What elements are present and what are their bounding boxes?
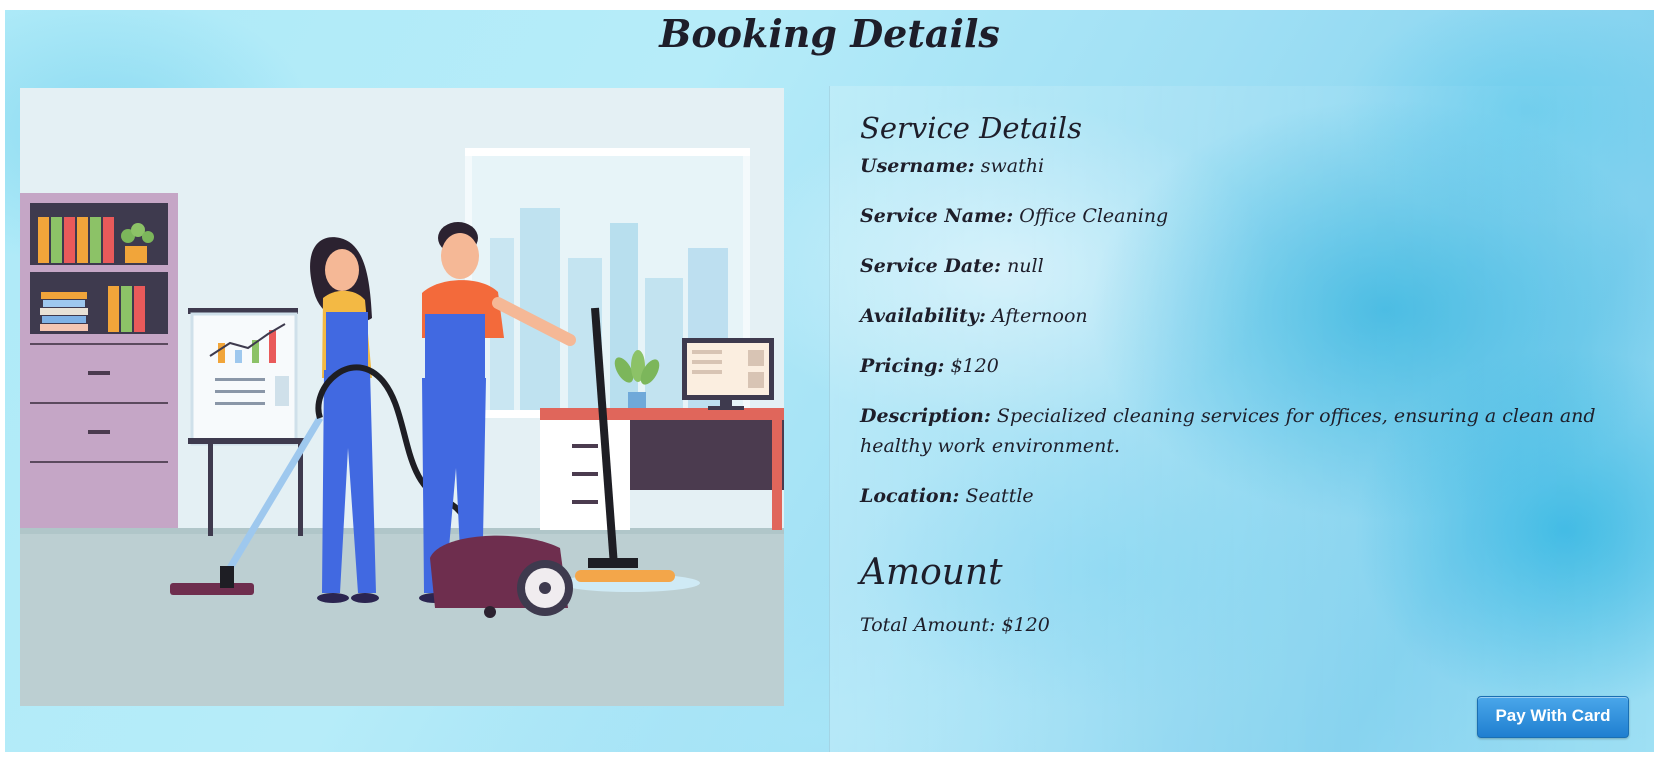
service-date-field: Service Date: null (860, 251, 1620, 281)
amount-heading: Amount (860, 552, 1003, 593)
field-label: Username: (860, 155, 975, 177)
availability-field: Availability: Afternoon (860, 301, 1620, 331)
username-field: Username: swathi (860, 151, 1620, 181)
booking-page: Booking Details Service Details Username… (5, 10, 1654, 752)
field-label: Location: (860, 485, 960, 507)
location-field: Location: Seattle (860, 481, 1620, 511)
field-label: Service Name: (860, 205, 1014, 227)
service-details-panel: Service Details Username: swathi Service… (829, 86, 1654, 752)
field-value: swathi (980, 155, 1045, 177)
field-value: Seattle (965, 485, 1034, 507)
service-details-heading: Service Details (860, 111, 1082, 145)
field-value: null (1007, 255, 1044, 277)
field-value: Afternoon (991, 305, 1088, 327)
page-title: Booking Details (659, 11, 1000, 56)
pay-with-card-button[interactable]: Pay With Card (1477, 696, 1629, 738)
field-label: Availability: (860, 305, 986, 327)
field-label: Service Date: (860, 255, 1002, 277)
service-name-field: Service Name: Office Cleaning (860, 201, 1620, 231)
field-value: $120 (950, 355, 999, 377)
field-label: Pricing: (860, 355, 945, 377)
total-amount: Total Amount: $120 (860, 614, 1050, 636)
description-field: Description: Specialized cleaning servic… (860, 401, 1620, 461)
office-cleaning-illustration (20, 88, 784, 706)
pricing-field: Pricing: $120 (860, 351, 1620, 381)
field-label: Description: (860, 405, 991, 427)
field-value: Office Cleaning (1019, 205, 1169, 227)
